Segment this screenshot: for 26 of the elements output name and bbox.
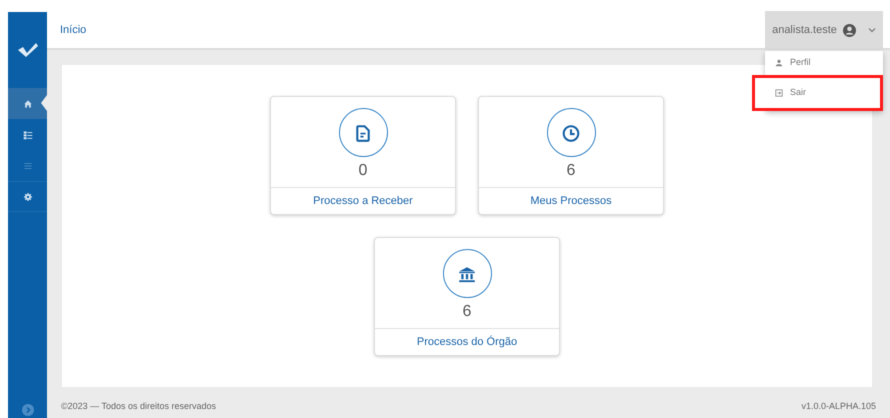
- profile-icon: [775, 59, 783, 67]
- checkmark-logo-icon: [16, 42, 38, 58]
- version-text: v1.0.0-ALPHA.105: [801, 400, 876, 413]
- home-icon: [22, 98, 32, 108]
- dashboard-card[interactable]: 0 Processo a Receber: [270, 96, 456, 215]
- user-menu-button[interactable]: analista.teste: [765, 11, 883, 49]
- settings-icon: [22, 192, 32, 202]
- count-text: 6: [462, 302, 472, 322]
- dashboard-card[interactable]: 6 Meus Processos: [478, 96, 664, 215]
- user-avatar-icon: [842, 24, 856, 36]
- list-icon: [22, 160, 32, 170]
- count-text: 6: [566, 161, 576, 181]
- chevron-circle-icon[interactable]: [22, 404, 34, 416]
- dashboard-card[interactable]: 6 Processos do Órgão: [374, 237, 560, 356]
- copyright-text: ©2023 — Todos os direitos reservados: [61, 400, 216, 413]
- sidebar-nav-item[interactable]: [8, 88, 47, 119]
- card-label: Meus Processos: [530, 194, 612, 209]
- logout-icon: [775, 89, 783, 97]
- checklist-icon: [22, 130, 32, 140]
- page-title: Início: [60, 22, 86, 38]
- card-label: Processos do Órgão: [416, 334, 518, 350]
- menu-item[interactable]: Sair: [755, 81, 880, 105]
- menu-item[interactable]: Perfil: [765, 51, 883, 75]
- caret-icon: [868, 27, 876, 33]
- count-text: 0: [358, 161, 368, 181]
- card-label: Processo a Receber: [313, 194, 413, 209]
